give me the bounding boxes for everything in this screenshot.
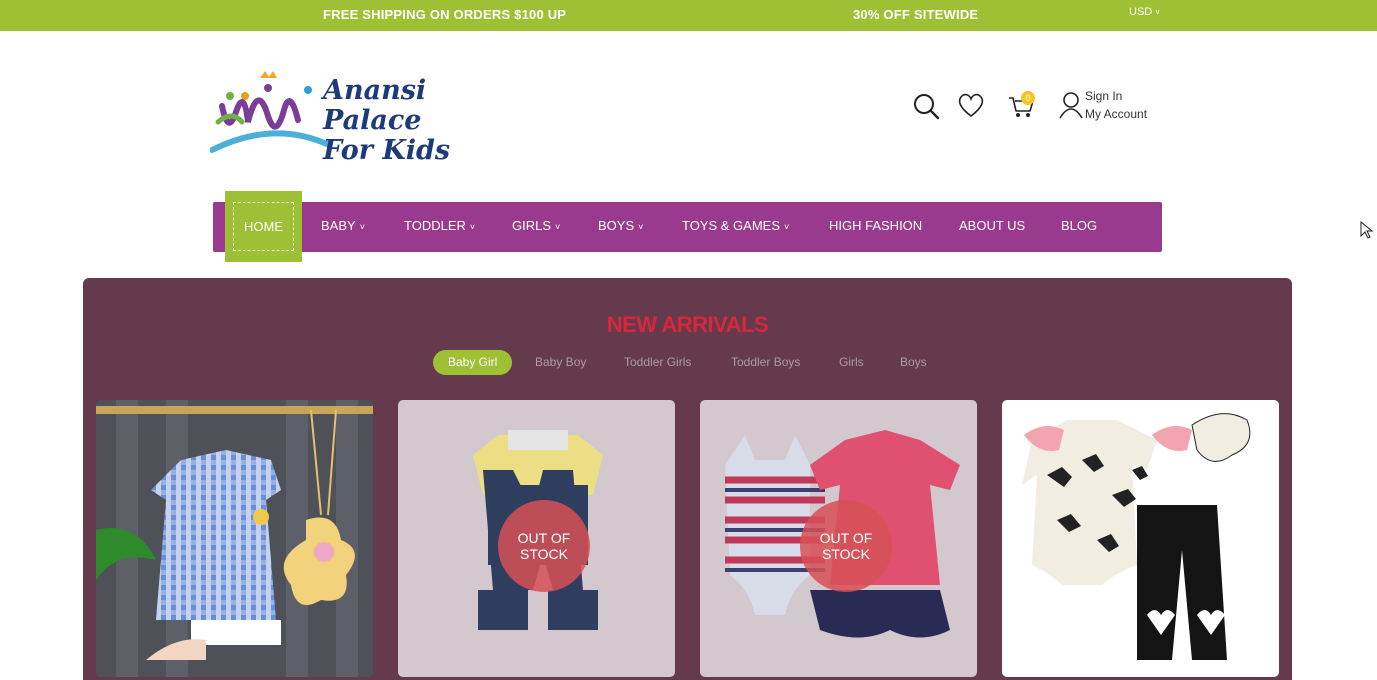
logo-line-1: Anansi Palace	[323, 75, 427, 136]
nav-baby-label: BABY	[321, 218, 356, 233]
nav-item-toys-games[interactable]: TOYS & GAMES ˅	[682, 218, 789, 233]
nav-high-fashion-label: HIGH FASHION	[829, 218, 923, 233]
product-image-unicorn-set	[1022, 413, 1251, 660]
section-title: NEW ARRIVALS	[606, 312, 769, 337]
product-card[interactable]	[96, 400, 373, 677]
nav-item-toddler[interactable]: TODDLER ˅	[404, 218, 475, 233]
filter-tab-toddler-boys[interactable]: Toddler Boys	[731, 355, 800, 369]
chevron-down-icon: ˅	[638, 222, 644, 232]
filter-tab-boys[interactable]: Boys	[900, 355, 927, 369]
free-shipping-message: FREE SHIPPING ON ORDERS $100 UP	[323, 7, 567, 22]
chevron-down-icon: ˅	[1155, 8, 1160, 17]
my-account-link[interactable]: My Account	[1085, 105, 1147, 123]
filter-tab-baby-boy[interactable]: Baby Boy	[535, 355, 586, 369]
logo-line-2: For Kids	[323, 135, 451, 166]
nav-item-blog[interactable]: BLOG	[1061, 218, 1097, 233]
announcement-bar: FREE SHIPPING ON ORDERS $100 UP 30% OFF …	[0, 0, 1377, 31]
currency-label: USD	[1129, 6, 1153, 18]
crown-logo-icon	[210, 71, 330, 153]
nav-item-boys[interactable]: BOYS ˅	[598, 218, 643, 233]
nav-boys-label: BOYS	[598, 218, 635, 233]
product-card[interactable]: OUT OF STOCK	[700, 400, 977, 677]
nav-toddler-label: TODDLER	[404, 218, 466, 233]
nav-item-baby[interactable]: BABY ˅	[321, 218, 365, 233]
filter-tab-toddler-girls[interactable]: Toddler Girls	[624, 355, 691, 369]
currency-selector[interactable]: USD ˅	[1129, 6, 1160, 18]
nav-home-label: HOME	[244, 219, 283, 234]
nav-girls-label: GIRLS	[512, 218, 552, 233]
site-logo[interactable]: Anansi Palace For Kids	[210, 66, 530, 166]
filter-tab-baby-girl[interactable]: Baby Girl	[433, 350, 513, 375]
sitewide-discount-message: 30% OFF SITEWIDE	[853, 7, 979, 22]
nav-item-girls[interactable]: GIRLS ˅	[512, 218, 560, 233]
heart-icon[interactable]	[957, 92, 985, 118]
chevron-down-icon: ˅	[469, 222, 476, 232]
out-of-stock-badge: OUT OF STOCK	[800, 500, 892, 592]
nav-item-home[interactable]: HOME	[225, 191, 302, 262]
mouse-cursor-icon	[1360, 221, 1374, 239]
nav-about-label: ABOUT US	[959, 218, 1026, 233]
nav-toys-label: TOYS & GAMES	[682, 218, 781, 233]
chevron-down-icon: ˅	[555, 222, 561, 232]
cart-count-badge: 0	[1021, 91, 1035, 105]
nav-blog-label: BLOG	[1061, 218, 1098, 233]
logo-wordmark: Anansi Palace For Kids	[323, 76, 530, 166]
filter-tab-girls[interactable]: Girls	[839, 355, 864, 369]
sign-in-link[interactable]: Sign In	[1085, 87, 1147, 105]
product-card[interactable]	[1002, 400, 1279, 677]
out-of-stock-badge: OUT OF STOCK	[498, 500, 590, 592]
product-card[interactable]: OUT OF STOCK	[398, 400, 675, 677]
user-icon[interactable]	[1058, 91, 1084, 119]
chevron-down-icon: ˅	[784, 222, 790, 232]
product-image-gingham-dress	[96, 400, 373, 677]
chevron-down-icon: ˅	[359, 222, 365, 232]
nav-item-about-us[interactable]: ABOUT US	[959, 218, 1025, 233]
search-icon[interactable]	[912, 92, 940, 120]
account-links[interactable]: Sign In My Account	[1085, 87, 1147, 123]
nav-item-high-fashion[interactable]: HIGH FASHION	[829, 218, 922, 233]
